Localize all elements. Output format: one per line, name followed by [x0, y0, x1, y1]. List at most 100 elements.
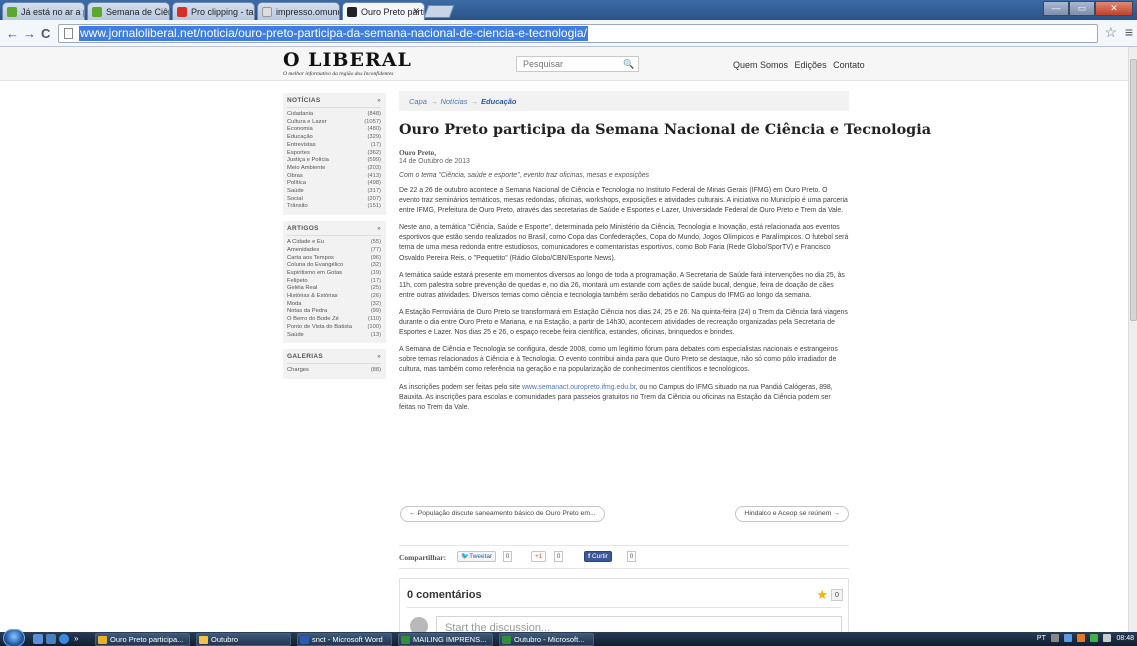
article-city: Ouro Preto,	[399, 148, 437, 157]
taskbar-item[interactable]: Ouro Preto participa...	[95, 633, 190, 646]
star-icon[interactable]: ★	[816, 587, 828, 603]
sidebar-item[interactable]: Ponto de Vista do Batista (100)	[287, 324, 381, 332]
close-window-button[interactable]: ✕	[1095, 1, 1133, 16]
bookmark-star-icon[interactable]: ☆	[1104, 24, 1117, 41]
network-icon[interactable]	[1063, 634, 1072, 643]
taskbar-item[interactable]: MAILING IMPRENS...	[398, 633, 493, 646]
reload-button[interactable]: C	[41, 26, 50, 41]
sidebar-item[interactable]: Meio Ambiente (203)	[287, 165, 381, 173]
tweet-label: Tweetar	[469, 553, 493, 560]
search-input[interactable]	[517, 57, 622, 71]
nav-contato[interactable]: Contato	[833, 60, 865, 70]
forward-button[interactable]: →	[23, 26, 36, 41]
paragraph-text: As inscrições podem ser feitas pelo site	[399, 383, 522, 391]
breadcrumb-capa[interactable]: Capa	[409, 97, 427, 106]
sidebar-item[interactable]: Esportes (362)	[287, 150, 381, 158]
like-label: Curtir	[591, 553, 608, 560]
nav-quem-somos[interactable]: Quem Somos	[733, 60, 788, 70]
event-site-link[interactable]: www.semanact.ouropreto.ifmg.edu.br	[522, 384, 636, 391]
site-header: O LIBERAL O melhor informativo da região…	[0, 47, 1128, 81]
search-icon[interactable]: 🔍	[620, 57, 638, 71]
keyboard-icon[interactable]	[1050, 634, 1059, 643]
site-logo[interactable]: O LIBERAL O melhor informativo da região…	[283, 51, 412, 78]
sidebar-item-label: Carta aos Tempos	[287, 254, 334, 261]
sidebar-item[interactable]: Charges (88)	[287, 367, 381, 375]
google-plus-button[interactable]: +1	[531, 551, 547, 562]
sidebar-item[interactable]: Coluna do Evangélico (32)	[287, 262, 381, 270]
sidebar-item[interactable]: Educação (329)	[287, 134, 381, 142]
sidebar-item[interactable]: A Cidade e Eu (55)	[287, 239, 381, 247]
sidebar-item[interactable]: Saúde (13)	[287, 332, 381, 340]
sidebar-item[interactable]: Geléia Real (25)	[287, 285, 381, 293]
discussion-input[interactable]: Start the discussion...	[436, 616, 842, 632]
sidebar-item[interactable]: Amenidades (77)	[287, 247, 381, 255]
browser-tab[interactable]: Semana de Ciência e Tecno...	[87, 2, 170, 20]
chevron-right-icon[interactable]: »	[74, 634, 82, 644]
sidebar-item[interactable]: Histórias & Estórias (26)	[287, 293, 381, 301]
sidebar-heading[interactable]: NOTÍCIAS	[287, 97, 320, 104]
sidebar-heading[interactable]: GALERIAS	[287, 353, 323, 360]
browser-tab[interactable]: Pro clipping - tabana.tole...	[172, 2, 255, 20]
sidebar-item[interactable]: Felipeto (17)	[287, 278, 381, 286]
sidebar-item-label: Felipeto	[287, 277, 308, 284]
sidebar-item[interactable]: Carta aos Tempos (96)	[287, 255, 381, 263]
sidebar-item-count: (151)	[367, 203, 381, 210]
browser-tab-active[interactable]: Ouro Preto participa da Se... ✕	[342, 2, 425, 21]
page-scrollbar[interactable]	[1128, 47, 1137, 632]
taskbar-item[interactable]: Outubro	[196, 633, 291, 646]
sidebar-item[interactable]: Moda (32)	[287, 301, 381, 309]
sidebar-item[interactable]: Cidadania (848)	[287, 111, 381, 119]
browser-tab[interactable]: Já está no ar a página da ...	[2, 2, 85, 20]
taskbar-item[interactable]: snct - Microsoft Word	[297, 633, 392, 646]
sidebar-item[interactable]: Trânsito (151)	[287, 203, 381, 211]
start-button[interactable]	[3, 629, 25, 646]
word-icon	[300, 636, 309, 644]
excel-icon	[401, 636, 410, 644]
url-text[interactable]: www.jornaloliberal.net/noticia/ouro-pret…	[79, 26, 588, 41]
sidebar-item[interactable]: Justiça e Polícia (599)	[287, 157, 381, 165]
sidebar-item[interactable]: Política (498)	[287, 180, 381, 188]
breadcrumb-noticias[interactable]: Notícias	[440, 97, 467, 106]
language-indicator[interactable]: PT	[1037, 635, 1046, 642]
update-icon[interactable]	[1089, 634, 1098, 643]
sidebar-heading[interactable]: ARTIGOS	[287, 225, 319, 232]
sidebar-item[interactable]: Social (207)	[287, 196, 381, 204]
sidebar-item[interactable]: Cultura e Lazer (1057)	[287, 119, 381, 127]
sidebar-item[interactable]: Notas da Pedra (99)	[287, 308, 381, 316]
menu-icon[interactable]: ≡	[1125, 24, 1133, 40]
sidebar-item[interactable]: Entrevistas (17)	[287, 142, 381, 150]
address-bar[interactable]: www.jornaloliberal.net/noticia/ouro-pret…	[58, 24, 1098, 43]
facebook-like-button[interactable]: f Curtir	[584, 551, 612, 562]
nav-edicoes[interactable]: Edições	[795, 60, 827, 70]
tab-label: Semana de Ciência e Tecno...	[106, 7, 169, 17]
previous-post-link[interactable]: ← População discute saneamento básico de…	[400, 506, 605, 522]
new-tab-button[interactable]	[423, 5, 455, 18]
volume-icon[interactable]	[1102, 634, 1111, 643]
more-arrow-icon[interactable]: »	[377, 225, 381, 232]
ie-icon[interactable]	[59, 634, 69, 644]
sidebar-item-count: (77)	[370, 246, 381, 253]
sidebar-item-count: (96)	[370, 254, 381, 261]
explorer-icon[interactable]	[46, 634, 56, 644]
taskbar-item[interactable]: Outubro - Microsoft...	[499, 633, 594, 646]
sidebar-item[interactable]: Saúde (317)	[287, 188, 381, 196]
minimize-button[interactable]: —	[1043, 1, 1069, 16]
sidebar-item[interactable]: Obras (413)	[287, 173, 381, 181]
clock[interactable]: 08:48	[1116, 635, 1134, 642]
close-tab-icon[interactable]: ✕	[412, 6, 420, 17]
sidebar-item-label: Geléia Real	[287, 285, 318, 292]
more-arrow-icon[interactable]: »	[377, 97, 381, 104]
browser-tab[interactable]: impresso.omundodosinco...	[257, 2, 340, 20]
next-post-link[interactable]: Hindalco e Aceop se reúnem →	[735, 506, 849, 522]
security-icon[interactable]	[1076, 634, 1085, 643]
sidebar-item[interactable]: O Berro do Bode Zé (110)	[287, 316, 381, 324]
tweet-button[interactable]: 🐦Tweetar	[457, 551, 497, 562]
maximize-button[interactable]: ▭	[1069, 1, 1095, 16]
sidebar-item[interactable]: Economia (480)	[287, 126, 381, 134]
article-date: 14 de Outubro de 2013	[399, 158, 470, 165]
scrollbar-thumb[interactable]	[1130, 59, 1137, 321]
show-desktop-icon[interactable]	[33, 634, 43, 644]
more-arrow-icon[interactable]: »	[377, 353, 381, 360]
back-button[interactable]: ←	[6, 26, 19, 41]
sidebar-item[interactable]: Espiritismo em Gotas (19)	[287, 270, 381, 278]
